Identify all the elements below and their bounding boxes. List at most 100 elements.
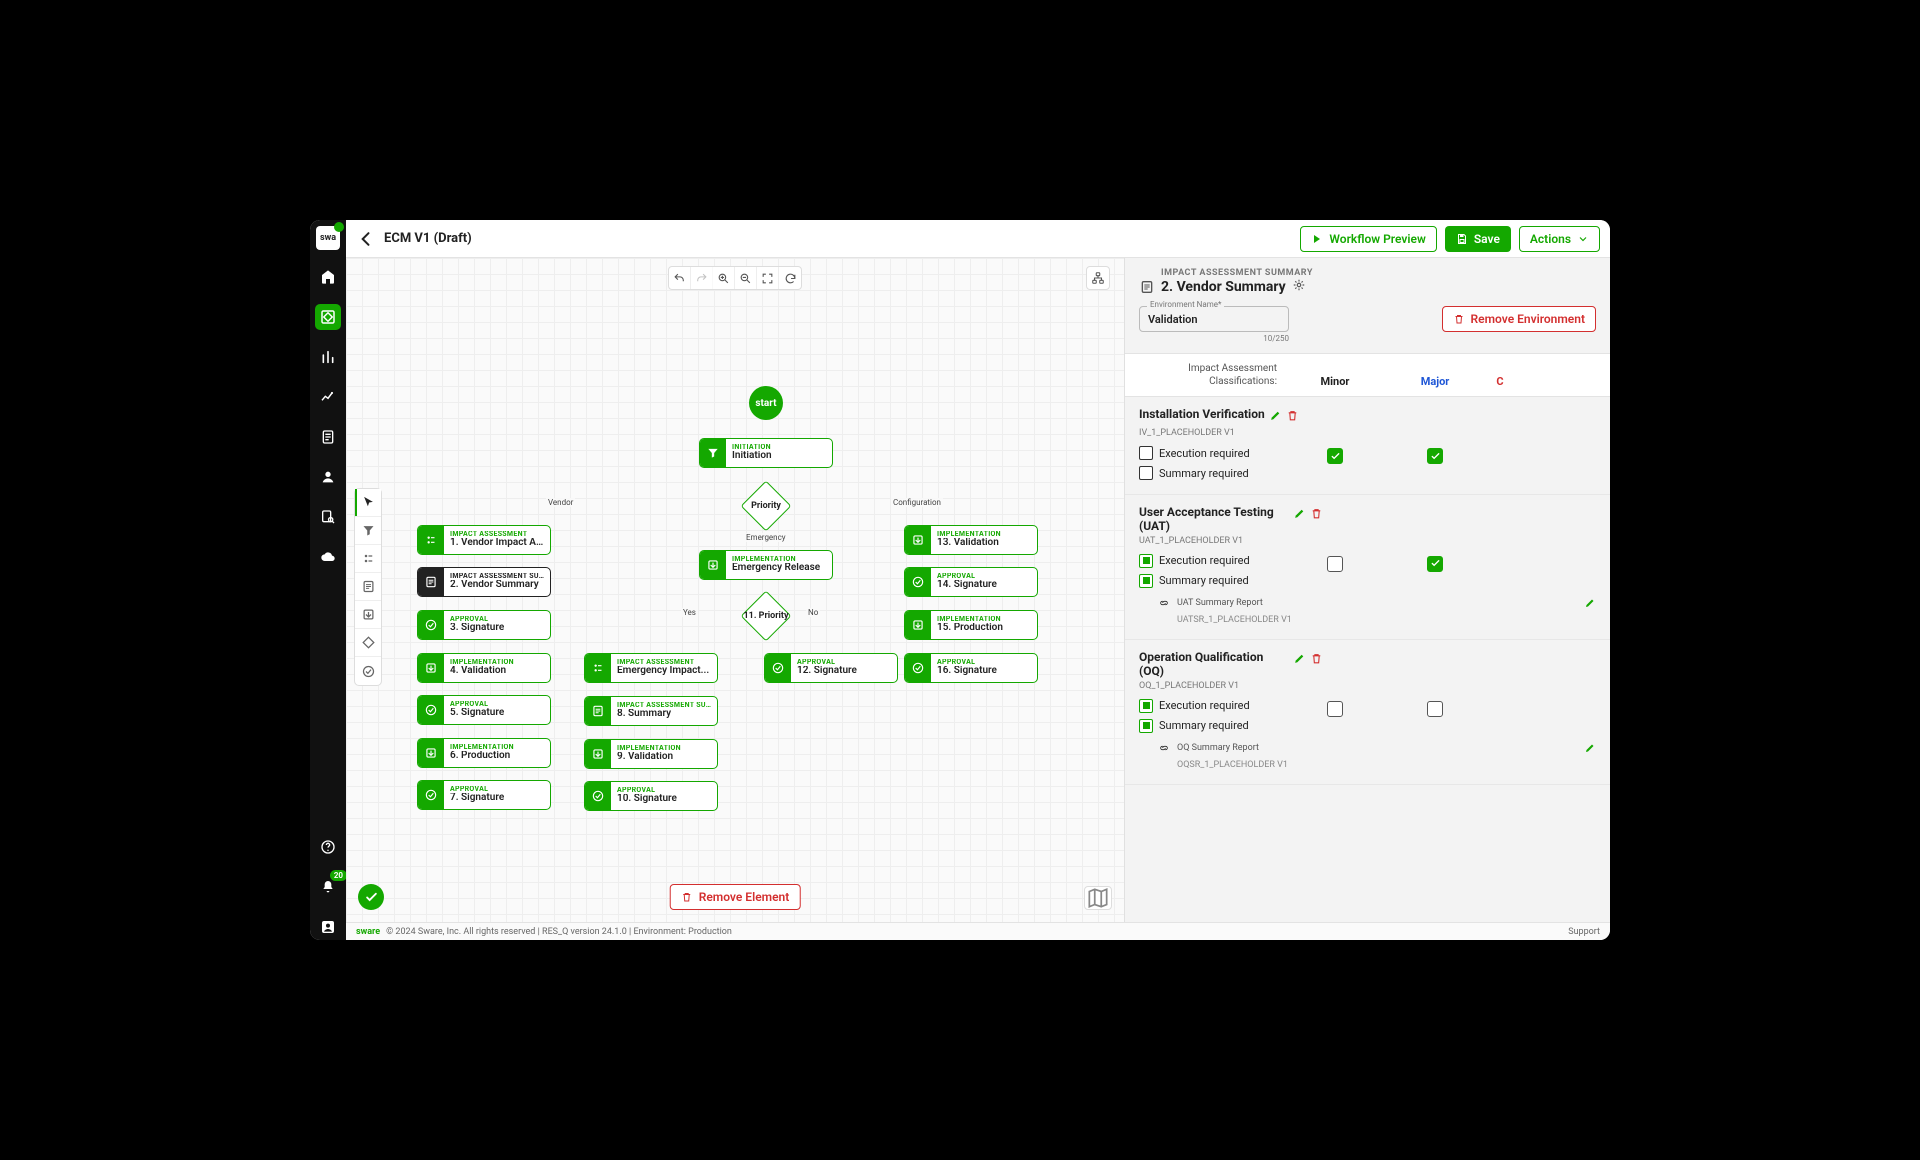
- undo-button[interactable]: [669, 267, 691, 289]
- oq-major-toggle[interactable]: [1427, 701, 1443, 717]
- uat-major-toggle[interactable]: [1427, 556, 1443, 572]
- implementation-icon: [905, 526, 931, 554]
- minimap-button[interactable]: [1084, 886, 1112, 910]
- iv-minor-toggle[interactable]: [1327, 448, 1343, 464]
- edit-icon[interactable]: [1584, 739, 1596, 758]
- remove-element-button[interactable]: Remove Element: [670, 884, 801, 910]
- summary-icon: [585, 697, 611, 725]
- implementation-icon: [418, 739, 444, 767]
- node-13-validation[interactable]: IMPLEMENTATION13. Validation: [904, 525, 1038, 555]
- delete-icon[interactable]: [1310, 650, 1323, 669]
- nav-documents[interactable]: [315, 424, 341, 450]
- edge-label-emergency: Emergency: [744, 533, 788, 542]
- iv-major-toggle[interactable]: [1427, 448, 1443, 464]
- node-1-vendor-impact[interactable]: IMPACT ASSESSMENT1. Vendor Impact A...: [417, 525, 551, 555]
- save-button[interactable]: Save: [1445, 226, 1511, 252]
- node-7-signature[interactable]: APPROVAL7. Signature: [417, 780, 551, 810]
- redo-button[interactable]: [691, 267, 713, 289]
- environment-name-input[interactable]: [1139, 306, 1289, 332]
- iv-summary-required[interactable]: Summary required: [1139, 466, 1285, 480]
- nav-dashboards[interactable]: [315, 344, 341, 370]
- edit-icon[interactable]: [1269, 407, 1282, 426]
- nav-workflow[interactable]: [315, 304, 341, 330]
- nav-cloud[interactable]: [315, 544, 341, 570]
- palette-impact[interactable]: [355, 545, 381, 573]
- oq-exec-required[interactable]: Execution required: [1139, 699, 1285, 713]
- approval-icon: [418, 696, 444, 724]
- validate-button[interactable]: [358, 884, 384, 910]
- node-3-signature[interactable]: APPROVAL3. Signature: [417, 610, 551, 640]
- approval-icon: [418, 781, 444, 809]
- nav-analytics[interactable]: [315, 384, 341, 410]
- delete-icon[interactable]: [1310, 505, 1323, 524]
- properties-panel: IMPACT ASSESSMENT SUMMARY 2. Vendor Summ…: [1124, 258, 1610, 922]
- edit-icon[interactable]: [1293, 650, 1306, 669]
- node-start[interactable]: start: [749, 386, 783, 420]
- canvas[interactable]: Vendor Configuration Emergency Yes No st…: [346, 258, 1124, 922]
- node-6-production[interactable]: IMPLEMENTATION6. Production: [417, 738, 551, 768]
- uat-minor-toggle[interactable]: [1327, 556, 1343, 572]
- palette-cursor[interactable]: [355, 489, 381, 517]
- oq-minor-toggle[interactable]: [1327, 701, 1343, 717]
- node-14-signature[interactable]: APPROVAL14. Signature: [904, 567, 1038, 597]
- back-button[interactable]: [356, 229, 376, 249]
- panel-heading: 2. Vendor Summary: [1139, 278, 1596, 296]
- zoom-in-button[interactable]: [713, 267, 735, 289]
- uat-exec-required[interactable]: Execution required: [1139, 554, 1285, 568]
- section-installation-verification: Installation Verification IV_1_PLACEHOLD…: [1125, 397, 1610, 495]
- node-emergency-release[interactable]: IMPLEMENTATIONEmergency Release: [699, 550, 833, 580]
- layout-button[interactable]: [1086, 266, 1110, 290]
- node-4-validation[interactable]: IMPLEMENTATION4. Validation: [417, 653, 551, 683]
- class-col-major: Major: [1385, 375, 1485, 388]
- edit-icon[interactable]: [1584, 594, 1596, 613]
- actions-button[interactable]: Actions: [1519, 226, 1600, 252]
- nav-search[interactable]: [315, 504, 341, 530]
- edge-label-no: No: [806, 608, 820, 617]
- workflow-preview-button[interactable]: Workflow Preview: [1300, 226, 1436, 252]
- filter-icon: [700, 439, 726, 467]
- nav-help[interactable]: [315, 834, 341, 860]
- refresh-button[interactable]: [779, 267, 801, 289]
- gear-icon[interactable]: [1292, 278, 1306, 296]
- uat-summary-required[interactable]: Summary required: [1139, 574, 1285, 588]
- oq-summary-report: OQ Summary Report: [1157, 739, 1596, 758]
- approval-icon: [905, 654, 931, 682]
- node-12-signature[interactable]: APPROVAL12. Signature: [764, 653, 898, 683]
- node-gateway-priority-11[interactable]: 11. Priority: [738, 596, 794, 636]
- node-2-vendor-summary[interactable]: IMPACT ASSESSMENT SUMMARY2. Vendor Summa…: [417, 567, 551, 597]
- node-emergency-impact[interactable]: IMPACT ASSESSMENTEmergency Impact...: [584, 653, 718, 683]
- impact-icon: [585, 654, 611, 682]
- approval-icon: [905, 568, 931, 596]
- nav-home[interactable]: [315, 264, 341, 290]
- palette-implementation[interactable]: [355, 601, 381, 629]
- edit-icon[interactable]: [1293, 505, 1306, 524]
- class-col-minor: Minor: [1285, 375, 1385, 388]
- environment-name-counter: 10/250: [1139, 334, 1289, 343]
- node-16-signature[interactable]: APPROVAL16. Signature: [904, 653, 1038, 683]
- iv-exec-required[interactable]: Execution required: [1139, 446, 1285, 460]
- node-initiation[interactable]: INITIATIONInitiation: [699, 438, 833, 468]
- nav-notifications[interactable]: 20: [315, 874, 341, 900]
- node-8-summary[interactable]: IMPACT ASSESSMENT SUMMARY8. Summary: [584, 696, 718, 726]
- nav-users[interactable]: [315, 464, 341, 490]
- oq-summary-required[interactable]: Summary required: [1139, 719, 1285, 733]
- node-10-signature[interactable]: APPROVAL10. Signature: [584, 781, 718, 811]
- palette-filter[interactable]: [355, 517, 381, 545]
- zoom-out-button[interactable]: [735, 267, 757, 289]
- delete-icon[interactable]: [1286, 407, 1299, 426]
- nav-account[interactable]: [315, 914, 341, 940]
- node-5-signature[interactable]: APPROVAL5. Signature: [417, 695, 551, 725]
- footer-brand: sware: [356, 927, 380, 937]
- palette-summary[interactable]: [355, 573, 381, 601]
- implementation-icon: [585, 740, 611, 768]
- palette-gateway[interactable]: [355, 629, 381, 657]
- node-15-production[interactable]: IMPLEMENTATION15. Production: [904, 610, 1038, 640]
- footer-support-link[interactable]: Support: [1568, 927, 1600, 937]
- topbar: ECM V1 (Draft) Workflow Preview Save Act…: [346, 220, 1610, 258]
- node-9-validation[interactable]: IMPLEMENTATION9. Validation: [584, 739, 718, 769]
- footer: sware© 2024 Sware, Inc. All rights reser…: [346, 922, 1610, 940]
- palette-approval[interactable]: [355, 657, 381, 685]
- remove-environment-button[interactable]: Remove Environment: [1442, 306, 1596, 332]
- node-gateway-priority[interactable]: Priority: [738, 486, 794, 526]
- fit-button[interactable]: [757, 267, 779, 289]
